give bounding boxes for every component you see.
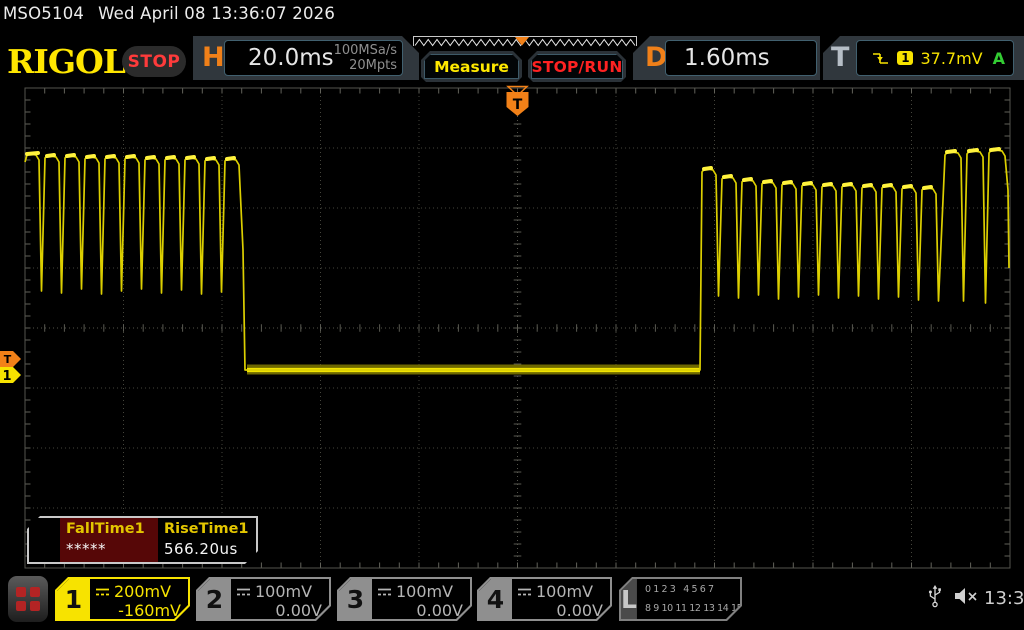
system-clock: 13:35 (984, 588, 1024, 609)
channel-1-number: 1 (57, 579, 90, 619)
channel-4-box[interactable]: 4 100mV 0.00V (477, 577, 612, 621)
channel-4-number: 4 (479, 579, 512, 619)
measurement-panel-spacer (29, 518, 60, 562)
measurement-results-panel[interactable]: FallTime1 ***** RiseTime1 566.20us (27, 516, 258, 564)
channel-2-offset: 0.00V (236, 601, 322, 620)
oscilloscope-screen: { "status_bar": {"model": "MSO5104", "da… (0, 0, 1024, 630)
channel-2-scale: 100mV (255, 582, 312, 601)
dc-coupling-icon (236, 587, 251, 597)
speaker-muted-icon (952, 586, 979, 606)
svg-text:T: T (4, 353, 12, 366)
svg-text:1: 1 (2, 369, 11, 384)
channel-2-box[interactable]: 2 100mV 0.00V (196, 577, 331, 621)
measurement-label: RiseTime1 (164, 521, 256, 537)
measurement-item-risetime[interactable]: RiseTime1 566.20us (158, 518, 256, 562)
dc-coupling-icon (95, 587, 110, 597)
channel-1-box[interactable]: 1 200mV -160mV (55, 577, 190, 621)
dc-coupling-icon (517, 587, 532, 597)
logic-digits-row1: 0 1 2 3 4 5 6 7 (645, 584, 742, 595)
svg-text:T: T (513, 97, 523, 113)
usb-icon (928, 585, 942, 608)
measurement-label: FallTime1 (66, 521, 158, 537)
menu-button[interactable] (8, 576, 48, 622)
channel-4-offset: 0.00V (517, 601, 603, 620)
channel-2-number: 2 (198, 579, 231, 619)
measurement-value: ***** (66, 540, 158, 558)
channel-3-scale: 100mV (396, 582, 453, 601)
measurement-item-falltime[interactable]: FallTime1 ***** (60, 518, 158, 562)
channel-1-scale: 200mV (114, 582, 171, 601)
channel-3-offset: 0.00V (377, 601, 463, 620)
channel-3-box[interactable]: 3 100mV 0.00V (337, 577, 472, 621)
channel-3-number: 3 (339, 579, 372, 619)
channel-1-offset: -160mV (95, 601, 181, 620)
dc-coupling-icon (377, 587, 392, 597)
menu-grid-icon (16, 587, 40, 611)
logic-channels-box[interactable]: L 0 1 2 3 4 5 6 7 8 9 10 11 12 13 14 15 (619, 577, 742, 621)
logic-digits-row2: 8 9 10 11 12 13 14 15 (645, 603, 742, 614)
measurement-value: 566.20us (164, 540, 256, 558)
channel-4-scale: 100mV (536, 582, 593, 601)
